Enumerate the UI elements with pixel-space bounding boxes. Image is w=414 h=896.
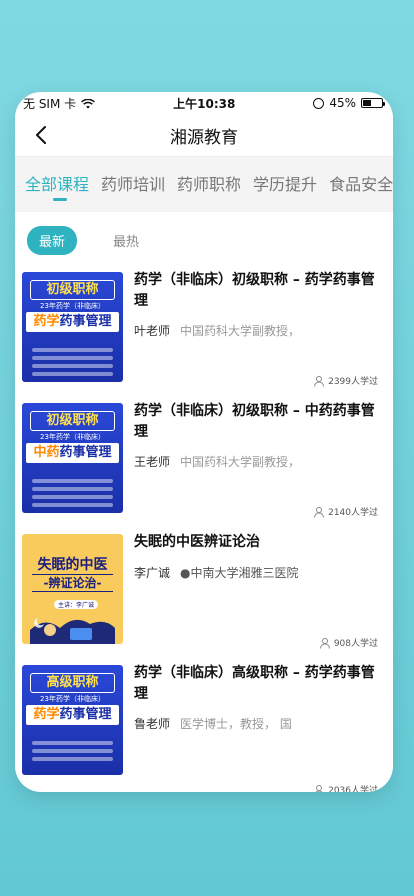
thumb-banner: 中药药事管理: [26, 443, 119, 463]
thumb-title: 初级职称: [30, 280, 115, 300]
course-item[interactable]: 失眠的中医 -辨证论治- 主讲：李广诚 失眠的中医辨证论治 李广诚 ●中南大学湘…: [15, 528, 393, 659]
course-title: 药学（非临床）初级职称 – 中药药事管理: [134, 403, 375, 440]
thumb-title: 高级职称: [30, 673, 115, 693]
thumb-subtitle: 23年药学（非临床）: [40, 302, 105, 310]
wifi-icon: [81, 98, 96, 109]
status-time: 上午10:38: [173, 96, 236, 111]
course-teacher: 鲁老师: [134, 717, 171, 731]
course-teacher-desc: ●中南大学湘雅三医院: [180, 566, 299, 580]
course-title: 失眠的中医辨证论治: [134, 534, 260, 550]
tab-pharmacist-title[interactable]: 药师职称: [177, 171, 241, 201]
learner-count-text: 2036人学过: [328, 786, 378, 792]
carrier-label: 无 SIM 卡: [23, 96, 77, 111]
course-list: 初级职称 23年药学（非临床） 药学药事管理 药学（非临床）初级职称 – 药学药…: [15, 266, 393, 792]
filter-hottest[interactable]: 最热: [101, 226, 151, 255]
thumb-decor: [32, 487, 113, 491]
course-teacher: 叶老师: [134, 324, 171, 338]
user-icon: [314, 375, 325, 387]
course-item[interactable]: 初级职称 23年药学（非临床） 中药药事管理 药学（非临床）初级职称 – 中药药…: [15, 397, 393, 528]
course-thumbnail: 高级职称 23年药学（非临床） 药学药事管理: [22, 665, 123, 775]
thumb-highlight: 中药: [33, 445, 60, 460]
battery-icon: [360, 98, 385, 108]
thumb-main: 药事管理: [59, 707, 112, 722]
course-title: 药学（非临床）初级职称 – 药学药事管理: [134, 272, 375, 309]
thumb-decor: [32, 741, 113, 745]
thumb-title: 失眠的中医: [37, 557, 108, 573]
app-window: 无 SIM 卡 上午10:38 45% 湘源教育 全部课程 药师培训 药师职称 …: [15, 92, 393, 792]
learner-count: 2140人学过: [313, 505, 378, 518]
page-title: 湘源教育: [170, 127, 238, 148]
tab-pharmacist-training[interactable]: 药师培训: [101, 171, 165, 201]
learner-count-text: 2140人学过: [328, 508, 378, 518]
thumb-lecturer-tag: 主讲：李广诚: [54, 600, 99, 609]
thumb-decor: [32, 503, 113, 507]
thumb-decor: [32, 356, 113, 360]
course-teacher: 李广诚: [134, 566, 171, 580]
thumb-subtitle: 23年药学（非临床）: [40, 695, 105, 703]
chevron-left-icon: [36, 126, 46, 144]
thumb-subtitle: 23年药学（非临床）: [40, 433, 105, 441]
thumb-highlight: 药学: [33, 314, 60, 329]
battery-percent: 45%: [329, 96, 356, 110]
thumb-main: 药事管理: [59, 314, 112, 329]
learner-count-text: 908人学过: [333, 639, 378, 649]
status-bar: 无 SIM 卡 上午10:38 45%: [15, 92, 393, 114]
course-thumbnail: 失眠的中医 -辨证论治- 主讲：李广诚: [22, 534, 123, 644]
course-item[interactable]: 初级职称 23年药学（非临床） 药学药事管理 药学（非临床）初级职称 – 药学药…: [15, 266, 393, 397]
orientation-lock-icon: [313, 97, 325, 109]
sleeping-illustration: [30, 618, 115, 644]
course-teacher-desc: 中国药科大学副教授，: [180, 455, 301, 469]
course-teacher-desc: 中国药科大学副教授，: [180, 324, 301, 338]
course-teacher-desc: 医学博士，教授， 国: [180, 717, 292, 731]
thumb-banner: 药学药事管理: [26, 705, 119, 725]
nav-bar: 湘源教育: [15, 114, 393, 156]
thumb-subtitle: -辨证论治-: [32, 574, 113, 592]
user-icon: [319, 637, 330, 649]
course-item[interactable]: 高级职称 23年药学（非临床） 药学药事管理 药学（非临床）高级职称 – 药学药…: [15, 659, 393, 792]
user-icon: [315, 784, 323, 792]
category-tabs: 全部课程 药师培训 药师职称 学历提升 食品安全: [15, 156, 393, 212]
thumb-title: 初级职称: [30, 411, 115, 431]
tab-all-courses[interactable]: 全部课程: [25, 171, 89, 201]
thumb-decor: [32, 479, 113, 483]
course-thumbnail: 初级职称 23年药学（非临床） 中药药事管理: [22, 403, 123, 513]
filter-latest[interactable]: 最新: [27, 226, 78, 255]
thumb-decor: [32, 372, 113, 376]
user-icon: [314, 506, 325, 518]
thumb-banner: 药学药事管理: [26, 312, 119, 332]
tab-food-safety[interactable]: 食品安全: [329, 171, 393, 201]
thumb-decor: [32, 348, 113, 352]
thumb-highlight: 药学: [33, 707, 60, 722]
learner-count: 908人学过: [319, 636, 378, 649]
thumb-decor: [32, 749, 113, 753]
thumb-main: 药事管理: [59, 445, 112, 460]
tab-education[interactable]: 学历提升: [253, 171, 317, 201]
back-button[interactable]: [29, 123, 53, 147]
course-teacher: 王老师: [134, 455, 171, 469]
thumb-decor: [32, 495, 113, 499]
course-title: 药学（非临床）高级职称 – 药学药事管理: [134, 665, 375, 702]
thumb-decor: [32, 757, 113, 761]
learner-count: 2399人学过: [313, 374, 378, 387]
learner-count-text: 2399人学过: [328, 377, 378, 387]
learner-count: 2036人学过: [313, 783, 378, 792]
thumb-decor: [32, 364, 113, 368]
sort-filters: 最新 最热: [15, 212, 393, 266]
course-thumbnail: 初级职称 23年药学（非临床） 药学药事管理: [22, 272, 123, 382]
